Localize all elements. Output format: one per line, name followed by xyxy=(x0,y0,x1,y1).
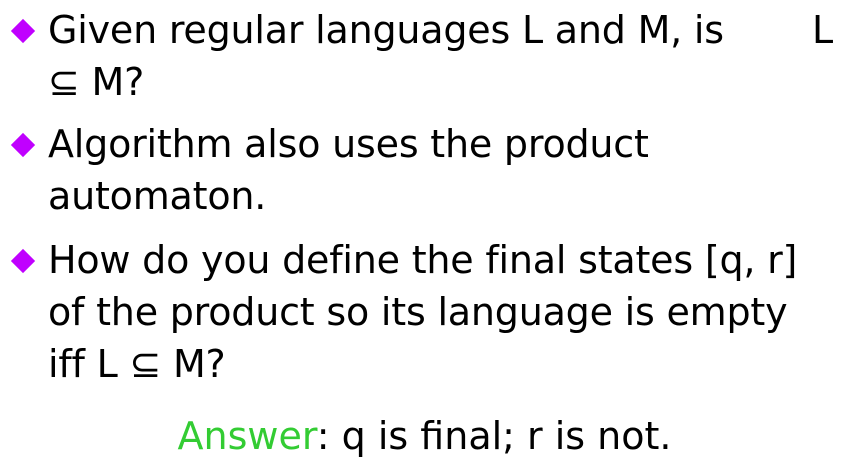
diamond-icon xyxy=(10,18,36,44)
answer-text: : q is final; r is not. xyxy=(316,414,672,458)
bullet-1-line-2: ⊆ M? xyxy=(48,60,145,104)
bullet-2-line-2: automaton. xyxy=(48,174,267,218)
bullet-3-line-3: iff L ⊆ M? xyxy=(48,342,226,386)
diamond-icon xyxy=(10,248,36,274)
bullet-3-line-1: How do you define the final states [q, r… xyxy=(48,238,798,282)
bullet-1-trailing-L: L xyxy=(812,8,833,52)
bullet-2-line-1: Algorithm also uses the product xyxy=(48,122,649,166)
answer-line: Answer: q is final; r is not. xyxy=(0,412,849,460)
diamond-icon xyxy=(10,132,36,158)
answer-label: Answer xyxy=(177,414,317,458)
bullet-1-line-1: Given regular languages L and M, is xyxy=(48,8,724,52)
bullet-3-line-2: of the product so its language is empty xyxy=(48,290,788,334)
